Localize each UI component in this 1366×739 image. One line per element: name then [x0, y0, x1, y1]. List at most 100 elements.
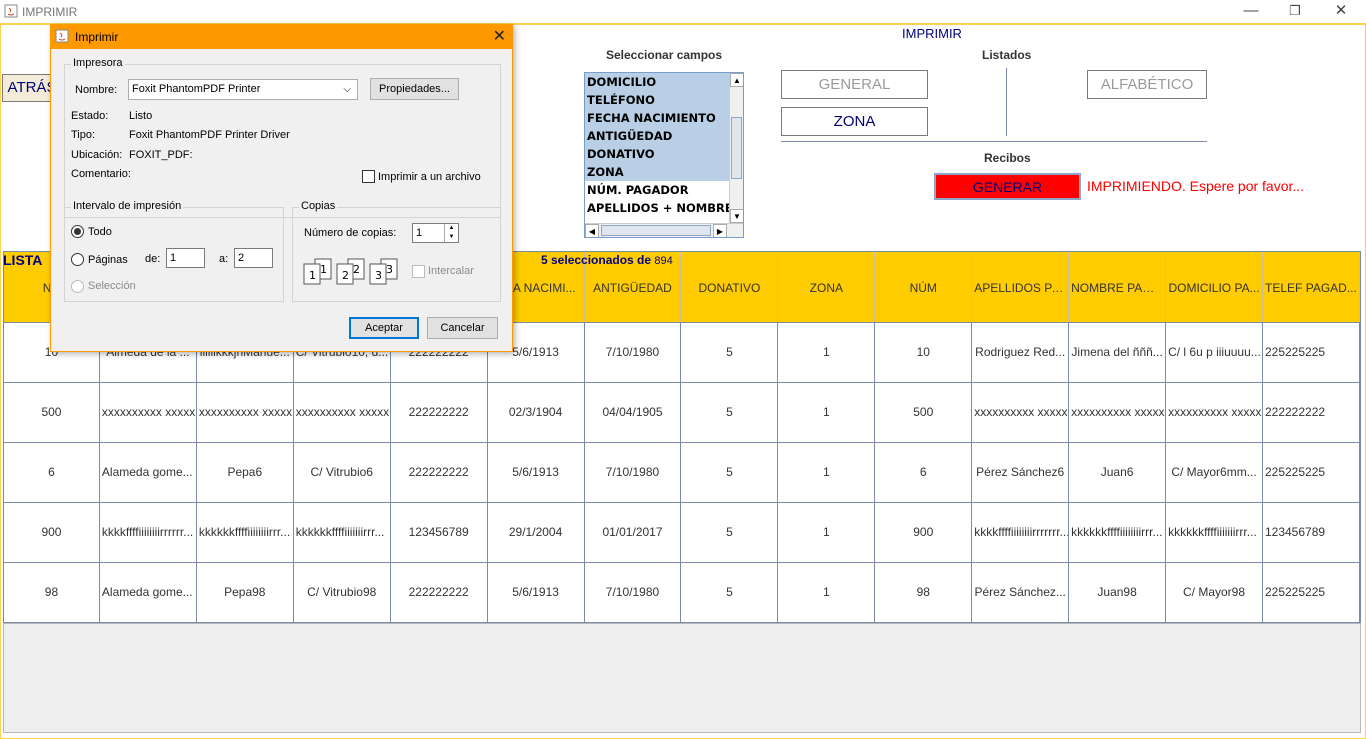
- table-cell[interactable]: Pepa6: [197, 443, 294, 502]
- table-cell[interactable]: 10: [875, 323, 973, 382]
- hscroll-thumb[interactable]: [601, 225, 711, 236]
- column-header[interactable]: TELEF PAGAD...: [1263, 252, 1360, 322]
- table-cell[interactable]: C/ Mayor6mm...: [1166, 443, 1263, 502]
- table-row[interactable]: 500 xxxxxxxxxx xxxxx... xxxxxxxxxx xxxxx..…: [4, 382, 1360, 442]
- column-header[interactable]: DONATIVO: [681, 252, 779, 322]
- field-list-item[interactable]: DONATIVO: [585, 145, 731, 163]
- minimize-button[interactable]: —: [1228, 0, 1274, 24]
- table-cell[interactable]: xxxxxxxxxx xxxxx...: [100, 383, 197, 442]
- field-list-item[interactable]: APELLIDOS + NOMBRE PA: [585, 199, 731, 217]
- table-cell[interactable]: 29/1/2004: [488, 503, 585, 562]
- field-list-item[interactable]: TELÉFONO: [585, 91, 731, 109]
- table-cell[interactable]: 222222222: [391, 563, 488, 622]
- table-cell[interactable]: 500: [4, 383, 100, 442]
- table-cell[interactable]: 5/6/1913: [488, 563, 585, 622]
- table-cell[interactable]: Pérez Sánchez...: [972, 563, 1070, 622]
- field-list-item[interactable]: ANTIGÜEDAD: [585, 127, 731, 145]
- table-cell[interactable]: C/ Vitrubio98: [294, 563, 391, 622]
- to-page-input[interactable]: 2: [234, 248, 273, 268]
- table-cell[interactable]: 5: [681, 563, 779, 622]
- column-header[interactable]: NOMBRE PAGA...: [1069, 252, 1167, 322]
- table-cell[interactable]: kkkkffffiiiiiiiirrrrrrr...: [972, 503, 1070, 562]
- table-row[interactable]: 98 Alameda gome... Pepa98 C/ Vitrubio98 2222…: [4, 562, 1360, 622]
- table-cell[interactable]: 98: [4, 563, 100, 622]
- table-cell[interactable]: xxxxxxxxxx xxxxx...: [197, 383, 294, 442]
- column-header[interactable]: ZONA: [778, 252, 876, 322]
- table-cell[interactable]: 222222222: [391, 383, 488, 442]
- table-cell[interactable]: 123456789: [1263, 503, 1360, 562]
- table-cell[interactable]: xxxxxxxxxx xxxxx...: [972, 383, 1070, 442]
- cancel-button[interactable]: Cancelar: [427, 317, 498, 339]
- table-cell[interactable]: 98: [875, 563, 973, 622]
- scroll-down-icon[interactable]: ▼: [730, 209, 743, 223]
- column-header[interactable]: DOMICILIO PA...: [1166, 252, 1263, 322]
- table-cell[interactable]: 1: [778, 443, 876, 502]
- table-cell[interactable]: kkkkkkffffiiiiiiirrr...: [1166, 503, 1263, 562]
- table-cell[interactable]: 222222222: [1263, 383, 1360, 442]
- accept-button[interactable]: Aceptar: [349, 317, 419, 339]
- pages-radio[interactable]: [71, 253, 84, 266]
- table-cell[interactable]: Pepa98: [197, 563, 294, 622]
- table-cell[interactable]: 225225225: [1263, 323, 1360, 382]
- column-header[interactable]: APELLIDOS PA...: [972, 252, 1070, 322]
- close-window-button[interactable]: ✕: [1318, 0, 1364, 24]
- table-cell[interactable]: kkkkkkffffiiiiiiiirrr...: [197, 503, 294, 562]
- properties-button[interactable]: Propiedades...: [370, 78, 459, 100]
- table-cell[interactable]: 5: [681, 503, 779, 562]
- spinner-up-icon[interactable]: ▲: [444, 224, 458, 233]
- table-cell[interactable]: xxxxxxxxxx xxxxx...: [1069, 383, 1167, 442]
- table-cell[interactable]: 225225225: [1263, 443, 1360, 502]
- table-cell[interactable]: Juan98: [1069, 563, 1167, 622]
- table-cell[interactable]: 5: [681, 443, 779, 502]
- scroll-right-icon[interactable]: ▶: [713, 224, 727, 237]
- table-cell[interactable]: Alameda gome...: [100, 563, 197, 622]
- table-row[interactable]: 6 Alameda gome... Pepa6 C/ Vitrubio6 2222222…: [4, 442, 1360, 502]
- printer-select[interactable]: Foxit PhantomPDF Printer ⌵: [128, 79, 358, 100]
- selection-radio[interactable]: [71, 280, 84, 293]
- table-cell[interactable]: 123456789: [391, 503, 488, 562]
- table-cell[interactable]: kkkkkkffffiiiiiiirrr...: [294, 503, 391, 562]
- spinner-down-icon[interactable]: ▼: [444, 233, 458, 242]
- dialog-close-icon[interactable]: ✕: [493, 26, 506, 46]
- field-list-item[interactable]: ZONA: [585, 163, 731, 181]
- table-row[interactable]: 900 kkkkffffiiiiiiiirrrrrr... kkkkkkffffii…: [4, 502, 1360, 562]
- scroll-left-icon[interactable]: ◀: [585, 224, 599, 237]
- table-cell[interactable]: 1: [778, 383, 876, 442]
- table-cell[interactable]: 5: [681, 323, 779, 382]
- table-cell[interactable]: 225225225: [1263, 563, 1360, 622]
- print-to-file-checkbox[interactable]: [362, 170, 375, 183]
- table-cell[interactable]: 6: [875, 443, 973, 502]
- restore-button[interactable]: ❐: [1272, 0, 1318, 24]
- general-button[interactable]: GENERAL: [781, 70, 928, 99]
- table-cell[interactable]: 5/6/1913: [488, 443, 585, 502]
- table-cell[interactable]: Alameda gome...: [100, 443, 197, 502]
- generar-button[interactable]: GENERAR: [934, 173, 1081, 200]
- table-cell[interactable]: 500: [875, 383, 973, 442]
- table-cell[interactable]: 02/3/1904: [488, 383, 585, 442]
- table-cell[interactable]: 01/01/2017: [585, 503, 682, 562]
- table-cell[interactable]: C/ Vitrubio6: [294, 443, 391, 502]
- table-cell[interactable]: 7/10/1980: [585, 443, 682, 502]
- table-cell[interactable]: C/ l 6u p iiiuuuu...: [1166, 323, 1263, 382]
- fields-list[interactable]: DOMICILIO TELÉFONO FECHA NACIMIENTO ANTIGÜE…: [584, 72, 744, 238]
- table-cell[interactable]: Jimena del ñññ...: [1069, 323, 1167, 382]
- scroll-up-icon[interactable]: ▲: [730, 73, 743, 87]
- copies-spinner[interactable]: 1 ▲ ▼: [412, 223, 459, 243]
- all-radio[interactable]: [71, 225, 84, 238]
- table-cell[interactable]: kkkkkkffffiiiiiiiirrr...: [1069, 503, 1167, 562]
- table-cell[interactable]: Rodriguez Red...: [972, 323, 1070, 382]
- field-list-item[interactable]: FECHA NACIMIENTO: [585, 109, 731, 127]
- table-cell[interactable]: kkkkffffiiiiiiiirrrrrr...: [100, 503, 197, 562]
- table-cell[interactable]: 5: [681, 383, 779, 442]
- collate-checkbox[interactable]: [412, 265, 425, 278]
- zona-button[interactable]: ZONA: [781, 107, 928, 136]
- alfabetico-button[interactable]: ALFABÉTICO: [1087, 70, 1207, 99]
- table-cell[interactable]: 6: [4, 443, 100, 502]
- table-cell[interactable]: 1: [778, 323, 876, 382]
- table-cell[interactable]: 900: [4, 503, 100, 562]
- fields-vertical-scrollbar[interactable]: ▲ ▼: [729, 73, 743, 223]
- table-cell[interactable]: Pérez Sánchez6: [972, 443, 1070, 502]
- table-cell[interactable]: 900: [875, 503, 973, 562]
- table-cell[interactable]: 1: [778, 563, 876, 622]
- table-cell[interactable]: 7/10/1980: [585, 563, 682, 622]
